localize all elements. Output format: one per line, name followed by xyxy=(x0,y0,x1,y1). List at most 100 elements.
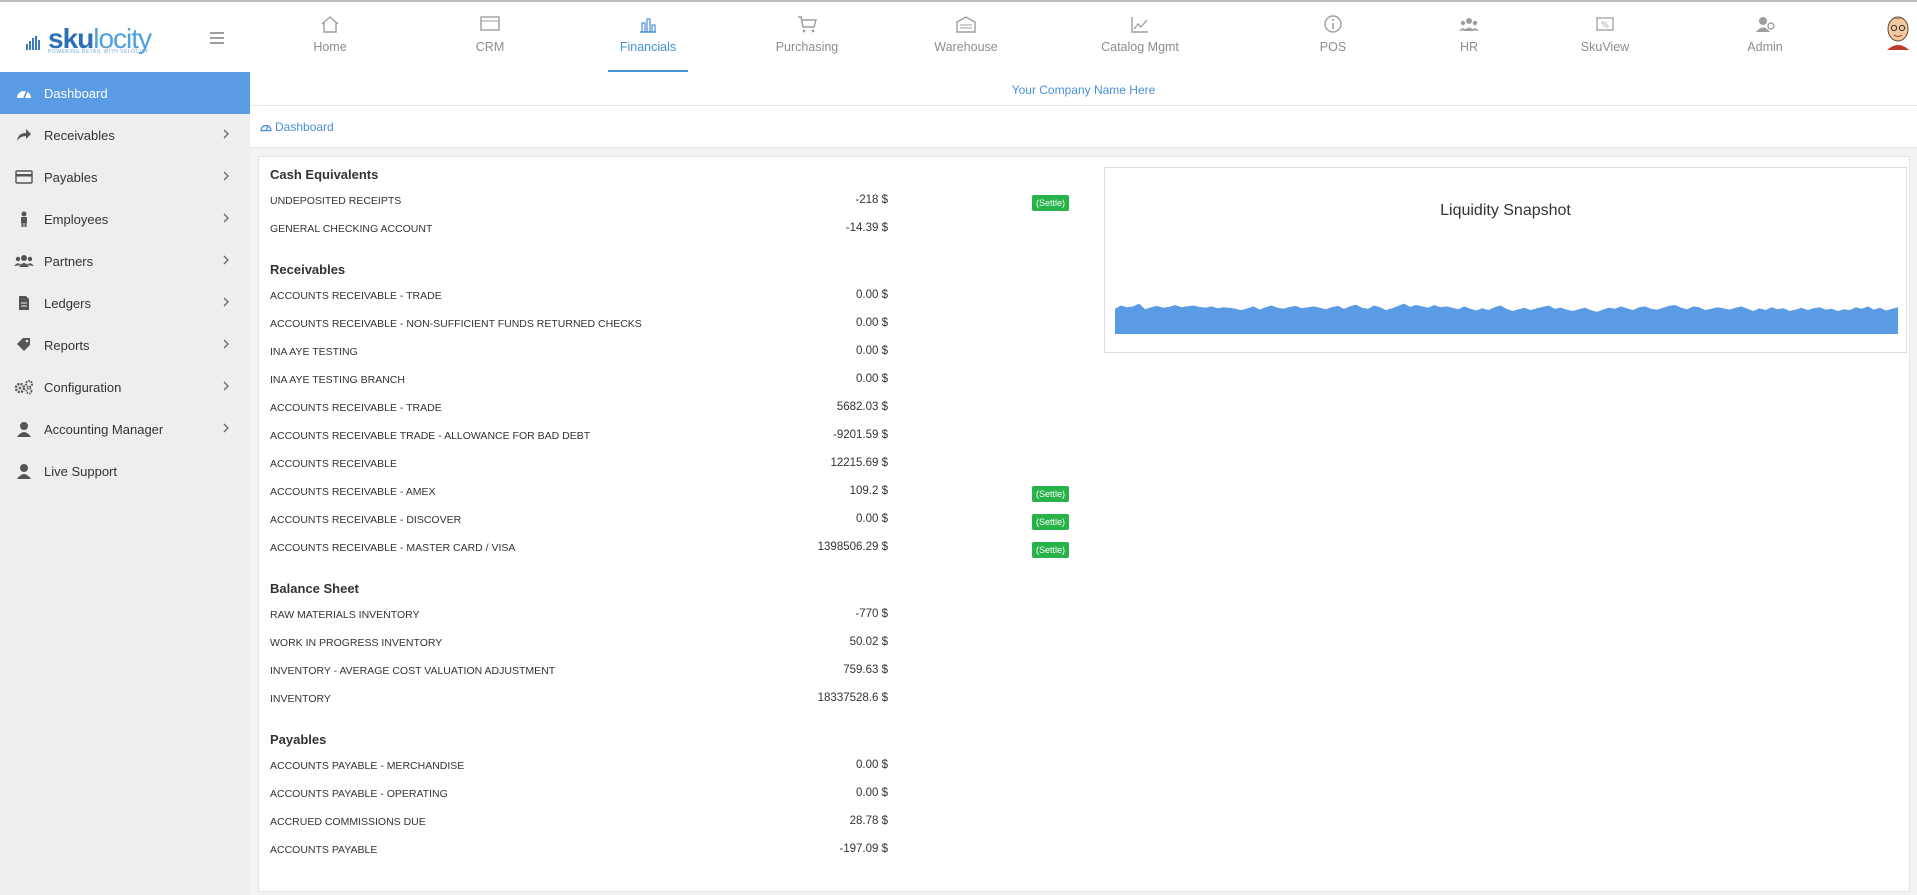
sidebar-item-partners[interactable]: Partners xyxy=(0,240,250,282)
credit-card-icon xyxy=(14,169,34,185)
sidebar-item-label: Employees xyxy=(44,211,109,227)
account-label: WORK IN PROGRESS INVENTORY xyxy=(270,637,443,649)
nav-financials[interactable]: Financials xyxy=(608,2,688,72)
liquidity-area-chart xyxy=(1115,303,1898,334)
user-icon xyxy=(14,421,34,437)
account-label: ACCOUNTS PAYABLE - OPERATING xyxy=(270,788,448,800)
account-label: ACCOUNTS RECEIVABLE xyxy=(270,458,397,470)
account-label: RAW MATERIALS INVENTORY xyxy=(270,609,420,621)
chevron-right-icon xyxy=(223,171,229,181)
account-label: ACCOUNTS RECEIVABLE - TRADE xyxy=(270,290,442,302)
cart-icon xyxy=(798,16,817,33)
account-value: -9201.59 $ xyxy=(833,429,888,441)
nav-home[interactable]: Home xyxy=(295,2,365,72)
account-label: INA AYE TESTING xyxy=(270,346,358,358)
nav-skuview[interactable]: % SkuView xyxy=(1570,2,1640,72)
settle-button[interactable]: (Settle) xyxy=(1032,486,1070,502)
logo-area: skulocity POWERING RETAIL WITH VELOCITY xyxy=(0,2,250,72)
sidebar-item-reports[interactable]: Reports xyxy=(0,324,250,366)
account-value: -218 $ xyxy=(855,194,888,206)
chart-title: Liquidity Snapshot xyxy=(1440,202,1571,219)
document-icon xyxy=(14,295,34,311)
nav-catalog-mgmt[interactable]: Catalog Mgmt xyxy=(1100,2,1180,72)
sidebar: Dashboard Receivables Payables Employees… xyxy=(0,72,250,895)
account-value: 28.78 $ xyxy=(849,815,888,827)
crm-icon xyxy=(480,16,500,31)
tag-icon xyxy=(14,337,34,353)
share-icon xyxy=(14,127,34,143)
account-label: GENERAL CHECKING ACCOUNT xyxy=(270,223,433,235)
sidebar-item-receivables[interactable]: Receivables xyxy=(0,114,250,156)
chart-area-series xyxy=(1115,303,1898,334)
person-icon xyxy=(14,211,34,227)
gears-icon xyxy=(14,379,34,395)
sidebar-item-label: Dashboard xyxy=(44,85,108,101)
account-label: INVENTORY - AVERAGE COST VALUATION ADJUS… xyxy=(270,665,556,677)
account-label: ACCOUNTS PAYABLE xyxy=(270,844,378,856)
sidebar-item-configuration[interactable]: Configuration xyxy=(0,366,250,408)
company-name[interactable]: Your Company Name Here xyxy=(1012,83,1156,97)
account-value: 0.00 $ xyxy=(856,289,888,301)
home-icon xyxy=(321,16,339,33)
nav-pos[interactable]: POS xyxy=(1298,2,1368,72)
nav-hr[interactable]: HR xyxy=(1434,2,1504,72)
chevron-right-icon xyxy=(223,339,229,349)
chevron-right-icon xyxy=(223,213,229,223)
account-value: 18337528.6 $ xyxy=(817,692,888,704)
sidebar-item-live-support[interactable]: Live Support xyxy=(0,450,250,492)
sidebar-item-label: Ledgers xyxy=(44,295,91,311)
dashboard-icon xyxy=(260,125,272,132)
nav-purchasing[interactable]: Purchasing xyxy=(772,2,842,72)
breadcrumb: Dashboard xyxy=(250,106,1917,148)
user-avatar[interactable] xyxy=(1885,14,1911,50)
sidebar-item-label: Payables xyxy=(44,169,98,185)
main-content: Your Company Name Here Dashboard Cash Eq… xyxy=(250,72,1917,895)
sidebar-item-ledgers[interactable]: Ledgers xyxy=(0,282,250,324)
account-value: 0.00 $ xyxy=(856,345,888,357)
account-label: ACCOUNTS RECEIVABLE - NON-SUFFICIENT FUN… xyxy=(270,318,642,330)
account-label: ACCOUNTS RECEIVABLE - AMEX xyxy=(270,486,436,498)
section-title-cash-equivalents: Cash Equivalents xyxy=(270,167,379,182)
chevron-right-icon xyxy=(223,381,229,391)
logo-bars-icon xyxy=(26,32,48,50)
account-value: 0.00 $ xyxy=(856,373,888,385)
sidebar-item-payables[interactable]: Payables xyxy=(0,156,250,198)
account-label: ACCOUNTS PAYABLE - MERCHANDISE xyxy=(270,760,465,772)
nav-warehouse[interactable]: Warehouse xyxy=(931,2,1001,72)
settle-button[interactable]: (Settle) xyxy=(1032,542,1070,558)
account-value: 0.00 $ xyxy=(856,513,888,525)
liquidity-chart: Liquidity Snapshot xyxy=(1104,167,1907,353)
section-title-receivables: Receivables xyxy=(270,262,346,277)
svg-text:%: % xyxy=(1601,21,1609,30)
chevron-right-icon xyxy=(223,297,229,307)
sidebar-item-accounting-manager[interactable]: Accounting Manager xyxy=(0,408,250,450)
account-label: UNDEPOSITED RECEIPTS xyxy=(270,195,402,207)
sidebar-item-dashboard[interactable]: Dashboard xyxy=(0,72,250,114)
money-icon: % xyxy=(1596,17,1614,31)
account-label: ACCOUNTS RECEIVABLE - DISCOVER xyxy=(270,514,462,526)
accounts-panel: Cash Equivalents UNDEPOSITED RECEIPTS -2… xyxy=(258,156,1910,892)
nav-crm[interactable]: CRM xyxy=(455,2,525,72)
user-icon xyxy=(14,463,34,479)
account-value: -14.39 $ xyxy=(845,222,888,234)
account-label: ACCOUNTS RECEIVABLE - TRADE xyxy=(270,402,442,414)
admin-icon xyxy=(1756,17,1775,32)
settle-button[interactable]: (Settle) xyxy=(1032,514,1070,530)
group-icon xyxy=(14,253,34,269)
nav-admin[interactable]: Admin xyxy=(1730,2,1800,72)
chevron-right-icon xyxy=(223,423,229,433)
account-value: 5682.03 $ xyxy=(836,401,888,413)
chevron-right-icon xyxy=(223,255,229,265)
menu-toggle-icon[interactable] xyxy=(210,32,224,44)
account-value: 0.00 $ xyxy=(856,759,888,771)
account-label: ACCOUNTS RECEIVABLE - MASTER CARD / VISA xyxy=(270,542,516,554)
account-value: 1398506.29 $ xyxy=(817,541,888,553)
account-value: 109.2 $ xyxy=(849,485,888,497)
dashboard-icon xyxy=(14,85,34,101)
sidebar-item-label: Accounting Manager xyxy=(44,421,164,437)
account-label: INA AYE TESTING BRANCH xyxy=(270,374,405,386)
breadcrumb-dashboard[interactable]: Dashboard xyxy=(260,120,334,134)
sidebar-item-employees[interactable]: Employees xyxy=(0,198,250,240)
section-title-balance-sheet: Balance Sheet xyxy=(270,581,359,596)
settle-button[interactable]: (Settle) xyxy=(1032,195,1070,211)
